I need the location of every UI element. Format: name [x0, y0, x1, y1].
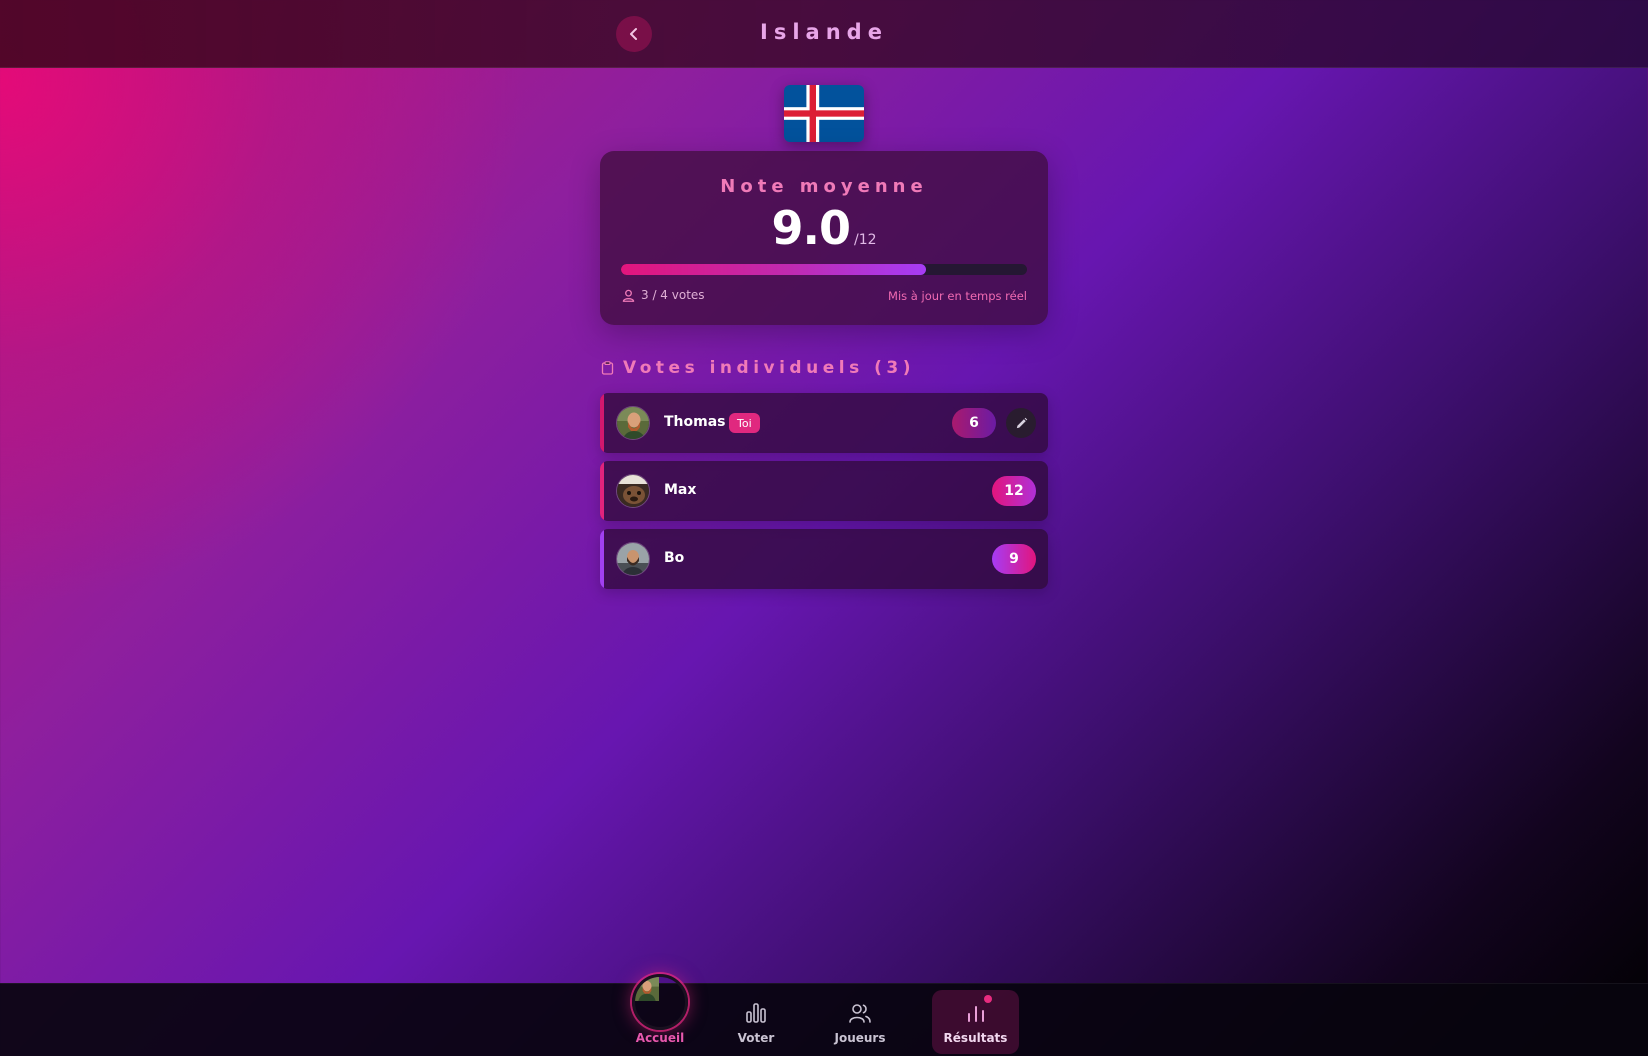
score-progress-bar — [621, 264, 1027, 275]
users-icon — [849, 1004, 871, 1023]
nav-results[interactable]: Résultats — [932, 990, 1019, 1054]
score-pill: 9 — [992, 544, 1036, 574]
average-score-card: Note moyenne 9.0/12 3 / 4 votes Mis à jo… — [600, 151, 1048, 325]
avatar — [616, 474, 650, 508]
bottom-navigation: Accueil Voter Joueurs Résultats — [0, 974, 1648, 1056]
nav-vote-label: Voter — [737, 1031, 775, 1045]
home-avatar — [632, 974, 688, 1030]
you-badge: Toi — [729, 413, 760, 433]
score-progress-fill — [621, 264, 926, 275]
voter-name: Bo — [664, 550, 685, 566]
vote-row-bo: Bo 9 — [600, 529, 1048, 589]
iceland-flag — [784, 85, 864, 142]
avatar — [616, 542, 650, 576]
nav-home[interactable]: Accueil — [628, 974, 692, 1056]
average-max: /12 — [853, 232, 877, 248]
voter-name: Thomas — [664, 414, 726, 430]
nav-results-label: Résultats — [943, 1031, 1008, 1045]
nav-players-label: Joueurs — [834, 1031, 886, 1045]
pencil-icon — [1016, 417, 1027, 428]
voter-name: Max — [664, 482, 697, 498]
individual-votes-title: Votes individuels (3) — [601, 358, 915, 378]
nav-players[interactable]: Joueurs — [830, 984, 890, 1056]
score-pill: 6 — [952, 408, 996, 438]
average-score: 9.0 — [771, 201, 850, 255]
nav-home-label: Accueil — [635, 1031, 685, 1045]
row-accent — [600, 393, 604, 453]
vote-row-max: Max 12 — [600, 461, 1048, 521]
edit-vote-button[interactable] — [1006, 408, 1036, 438]
avatar — [616, 406, 650, 440]
top-header: Islande — [0, 0, 1648, 68]
average-score-row: 9.0/12 — [600, 201, 1048, 255]
individual-votes-title-text: Votes individuels (3) — [623, 358, 915, 378]
vote-row-thomas: Thomas Toi 6 — [600, 393, 1048, 453]
realtime-note: Mis à jour en temps réel — [888, 289, 1027, 303]
votes-count: 3 / 4 votes — [622, 288, 705, 302]
average-label: Note moyenne — [720, 176, 928, 197]
stats-icon — [967, 1006, 984, 1022]
score-pill: 12 — [992, 476, 1036, 506]
notification-dot — [984, 995, 992, 1003]
row-accent — [600, 461, 604, 521]
row-accent — [600, 529, 604, 589]
user-icon — [622, 289, 635, 302]
nav-vote[interactable]: Voter — [730, 984, 782, 1056]
page-title: Islande — [760, 20, 888, 44]
bar-chart-icon — [746, 1003, 766, 1023]
clipboard-icon — [601, 361, 614, 375]
votes-count-text: 3 / 4 votes — [641, 288, 705, 302]
